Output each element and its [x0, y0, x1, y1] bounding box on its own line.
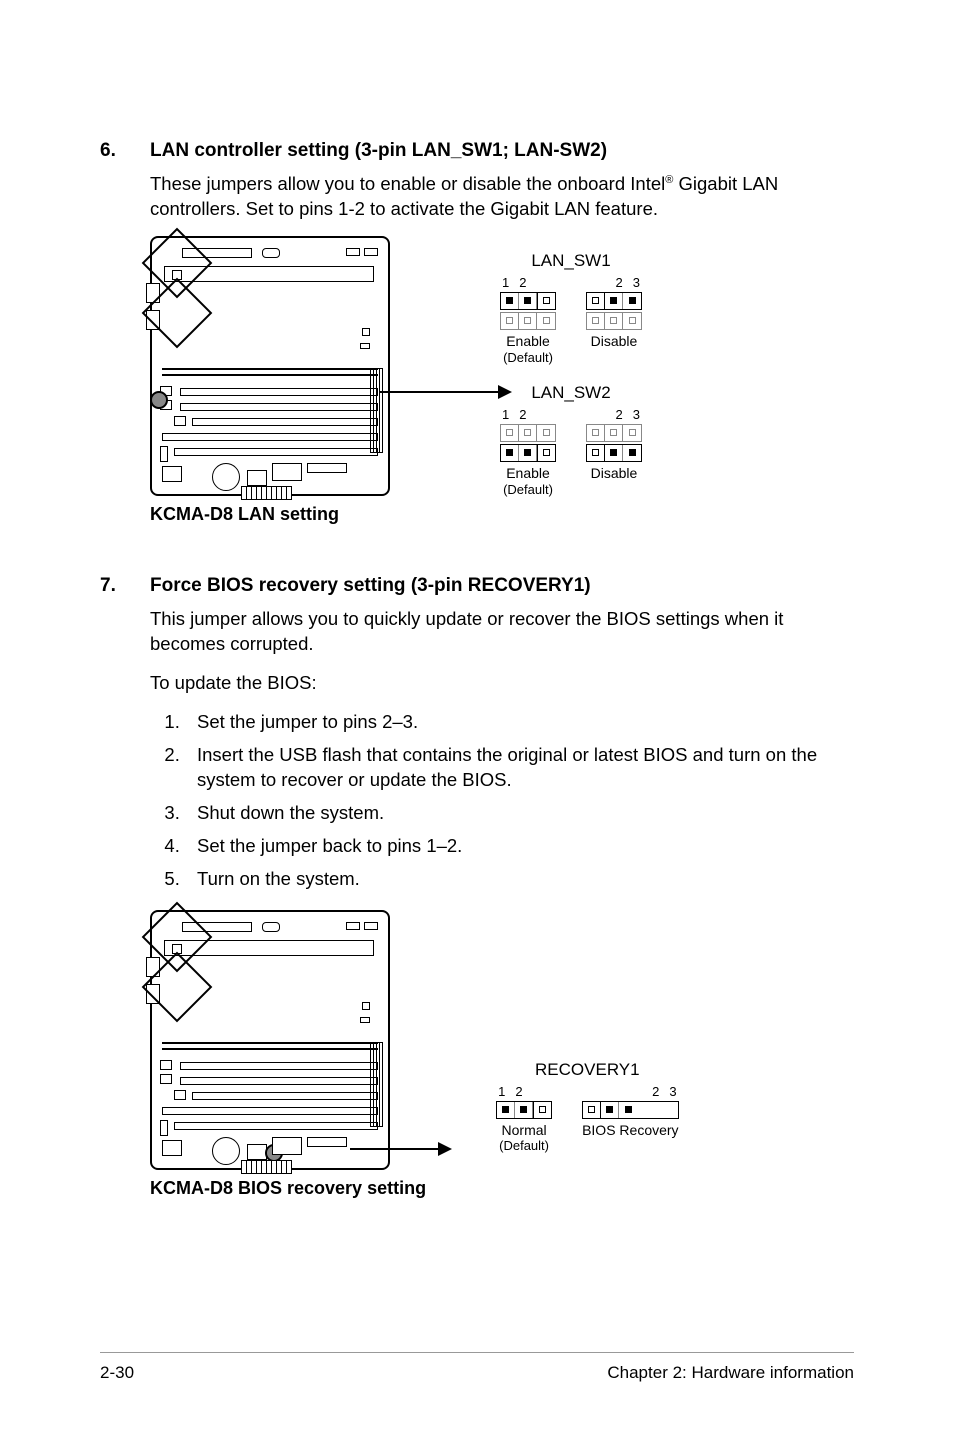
jumper-enable: 12 Enable (Default) — [500, 275, 556, 365]
section-text: This jumper allows you to quickly update… — [150, 607, 854, 657]
diagram-caption: KCMA-D8 LAN setting — [150, 504, 390, 525]
diagram-caption: KCMA-D8 BIOS recovery setting — [150, 1178, 426, 1199]
step-item: Shut down the system. — [185, 801, 854, 826]
step-item: Insert the USB flash that contains the o… — [185, 743, 854, 793]
arrow-icon — [350, 1148, 450, 1150]
step-item: Set the jumper to pins 2–3. — [185, 710, 854, 735]
jumper-bios-recovery: 23 BIOS Recovery — [582, 1084, 678, 1154]
section-title: Force BIOS recovery setting (3-pin RECOV… — [150, 575, 591, 597]
jumper-disable: 23 Disable — [586, 407, 642, 497]
page-number: 2-30 — [100, 1363, 134, 1383]
jumper-label: Enable — [500, 333, 556, 350]
section-header: 6. LAN controller setting (3-pin LAN_SW1… — [100, 140, 854, 162]
section-6: 6. LAN controller setting (3-pin LAN_SW1… — [100, 140, 854, 525]
diagram-lan: KCMA-D8 LAN setting LAN_SW1 12 Enable (D… — [150, 236, 854, 525]
chapter-label: Chapter 2: Hardware information — [607, 1363, 854, 1383]
section-text: These jumpers allow you to enable or dis… — [150, 172, 854, 222]
jumper-sublabel: (Default) — [500, 350, 556, 365]
page-footer: 2-30 Chapter 2: Hardware information — [100, 1352, 854, 1383]
board-diagram: KCMA-D8 BIOS recovery setting — [150, 910, 426, 1199]
jumper-sublabel: (Default) — [496, 1138, 552, 1153]
text-pre: These jumpers allow you to enable or dis… — [150, 173, 665, 194]
step-item: Turn on the system. — [185, 867, 854, 892]
section-text: To update the BIOS: — [150, 671, 854, 696]
jumper-label: Disable — [586, 465, 642, 482]
jumper-title: RECOVERY1 — [496, 1060, 678, 1080]
jumper-area-lan: LAN_SW1 12 Enable (Default) 23 — [500, 236, 642, 515]
jumper-disable: 23 Disable — [586, 275, 642, 365]
jumper-lan-sw2: LAN_SW2 12 Enable (Default) 23 — [500, 383, 642, 497]
step-item: Set the jumper back to pins 1–2. — [185, 834, 854, 859]
section-title: LAN controller setting (3-pin LAN_SW1; L… — [150, 140, 607, 162]
diagram-recovery: KCMA-D8 BIOS recovery setting RECOVERY1 … — [150, 910, 854, 1199]
jumper-normal: 12 Normal (Default) — [496, 1084, 552, 1154]
jumper-enable: 12 Enable (Default) — [500, 407, 556, 497]
section-number: 7. — [100, 575, 150, 597]
jumper-lan-sw1: LAN_SW1 12 Enable (Default) 23 — [500, 251, 642, 365]
section-header: 7. Force BIOS recovery setting (3-pin RE… — [100, 575, 854, 597]
section-body: These jumpers allow you to enable or dis… — [150, 172, 854, 222]
jumper-label: Enable — [500, 465, 556, 482]
jumper-title: LAN_SW1 — [500, 251, 642, 271]
jumper-title: LAN_SW2 — [500, 383, 642, 403]
arrow-icon — [380, 391, 510, 393]
jumper-recovery1: RECOVERY1 12 Normal (Default) 23 BIOS Re… — [496, 1060, 678, 1154]
section-number: 6. — [100, 140, 150, 162]
steps-list: Set the jumper to pins 2–3. Insert the U… — [150, 710, 854, 892]
section-body: This jumper allows you to quickly update… — [150, 607, 854, 696]
jumper-sublabel: (Default) — [500, 482, 556, 497]
jumper-label: Normal — [496, 1122, 552, 1139]
jumper-label: BIOS Recovery — [582, 1122, 678, 1139]
jumper-label: Disable — [586, 333, 642, 350]
section-7: 7. Force BIOS recovery setting (3-pin RE… — [100, 575, 854, 1199]
board-diagram: KCMA-D8 LAN setting — [150, 236, 390, 525]
jumper-area-recovery: RECOVERY1 12 Normal (Default) 23 BIOS Re… — [496, 910, 678, 1172]
